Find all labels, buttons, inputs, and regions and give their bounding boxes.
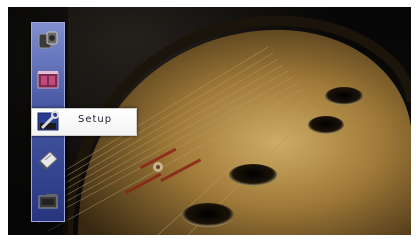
menu-item-card[interactable]: [35, 147, 61, 173]
card-icon: [39, 151, 58, 170]
menu-item-folder[interactable]: [35, 187, 61, 213]
background-screen: Setup: [8, 7, 411, 235]
menu-item-speaker[interactable]: [35, 27, 61, 53]
menu-item-setup[interactable]: Setup: [31, 108, 137, 136]
menu-item-scene[interactable]: [35, 67, 61, 93]
menu-item-label: Setup: [78, 114, 113, 125]
speaker-icon: [38, 31, 58, 49]
folder-icon: [38, 194, 58, 209]
wrench-icon: [36, 110, 62, 134]
scene-icon: [37, 71, 59, 89]
